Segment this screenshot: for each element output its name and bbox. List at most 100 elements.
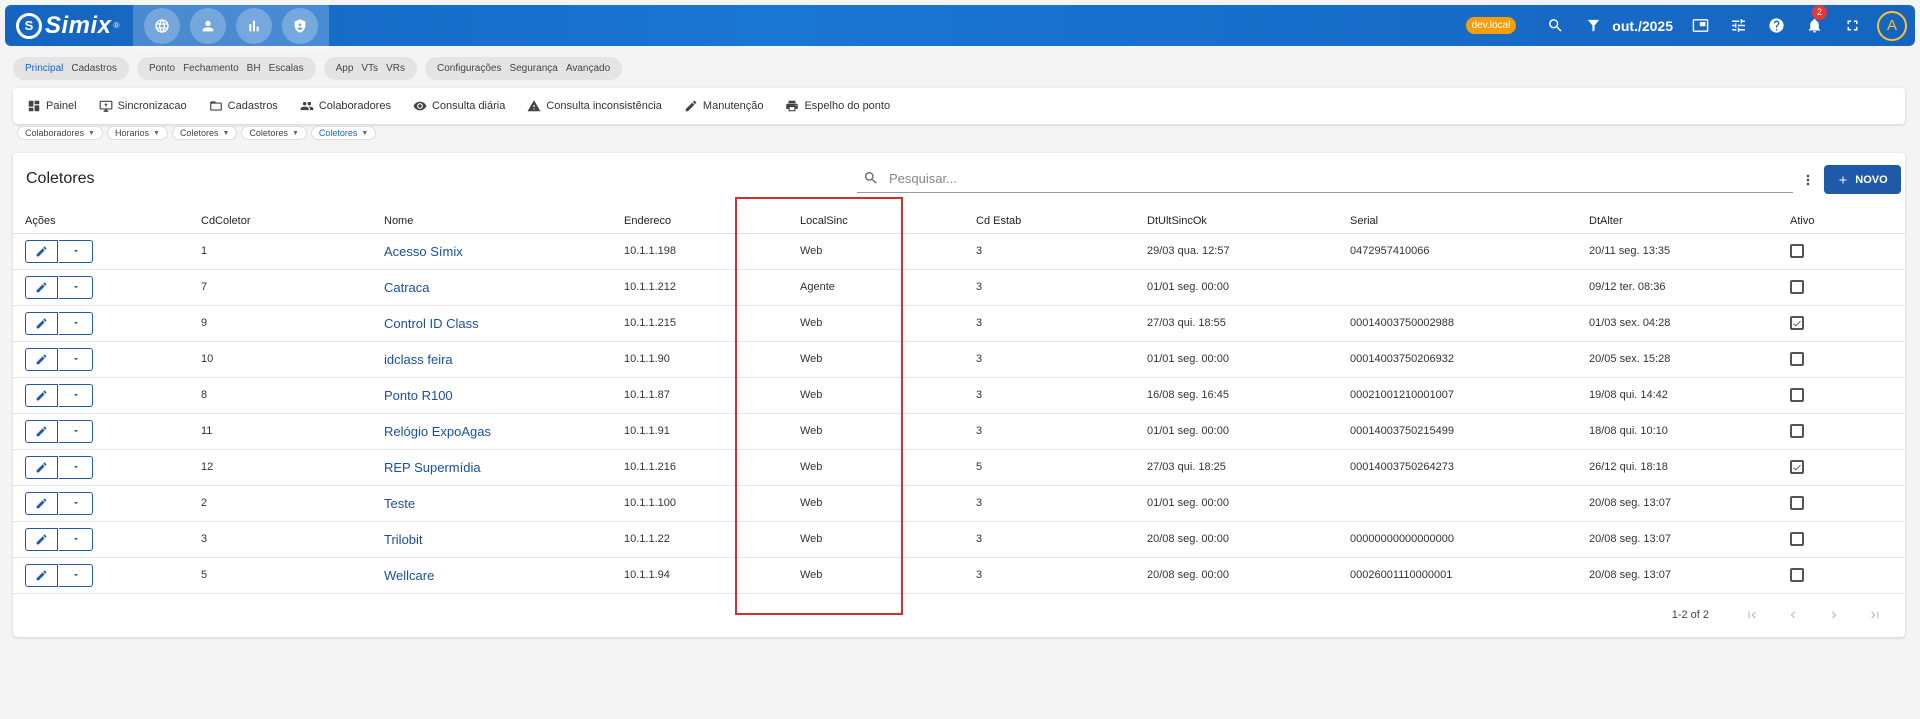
nav-cadastros[interactable]: Cadastros [209,99,278,113]
new-button[interactable]: NOVO [1824,165,1901,194]
shield-icon[interactable] [282,8,318,44]
ativo-checkbox[interactable] [1790,424,1804,438]
chip-escalas[interactable]: Escalas [269,63,304,74]
chip-configuracoes[interactable]: Configurações [437,63,501,74]
edit-icon[interactable] [25,491,58,515]
chevron-down-icon[interactable] [59,239,93,263]
ativo-checkbox[interactable] [1790,316,1804,330]
first-page-icon[interactable] [1731,603,1772,627]
chevron-down-icon[interactable] [59,383,93,407]
cell-nome[interactable]: Wellcare [384,557,624,594]
chevron-down-icon[interactable] [59,491,93,515]
edit-icon[interactable] [25,527,58,551]
chip-fechamento[interactable]: Fechamento [183,63,239,74]
chevron-down-icon[interactable] [59,275,93,299]
chevron-down-icon[interactable] [59,527,93,551]
nav-consulta-diaria[interactable]: Consulta diária [413,99,505,113]
nav-painel[interactable]: Painel [27,99,77,113]
col-header-localsinc[interactable]: LocalSinc [800,209,976,234]
edit-icon[interactable] [25,383,58,407]
col-header-dtalter[interactable]: DtAlter [1589,209,1790,234]
chevron-down-icon[interactable] [59,311,93,335]
chevron-down-icon[interactable] [59,563,93,587]
table-row[interactable]: 12 REP Supermídia 10.1.1.216 Web 5 27/03 qui.… [13,449,1905,486]
ativo-checkbox[interactable] [1790,388,1804,402]
filter-icon[interactable] [1574,7,1612,45]
table-row[interactable]: 2 Teste 10.1.1.100 Web 3 01/01 seg. 00:00 20/0… [13,485,1905,522]
last-page-icon[interactable] [1854,603,1895,627]
ativo-checkbox[interactable] [1790,280,1804,294]
col-header-serial[interactable]: Serial [1350,209,1589,234]
bell-icon[interactable]: 2 [1795,4,1833,45]
logo[interactable]: S Simix ® [16,5,119,46]
chip-app[interactable]: App [336,63,354,74]
ativo-checkbox[interactable] [1790,460,1804,474]
chip-vrs[interactable]: VRs [386,63,405,74]
next-page-icon[interactable] [1813,603,1854,627]
chevron-down-icon[interactable] [59,455,93,479]
table-row[interactable]: 3 Trilobit 10.1.1.22 Web 3 20/08 seg. 00:00 00… [13,521,1905,558]
person-icon[interactable] [190,8,226,44]
col-header-cdestab[interactable]: Cd Estab [976,209,1147,234]
cell-nome[interactable]: Control ID Class [384,305,624,342]
table-row[interactable]: 8 Ponto R100 10.1.1.87 Web 3 16/08 seg. 16:45… [13,377,1905,414]
table-row[interactable]: 5 Wellcare 10.1.1.94 Web 3 20/08 seg. 00:00 00… [13,557,1905,594]
edit-icon[interactable] [25,347,58,371]
edit-icon[interactable] [25,239,58,263]
table-row[interactable]: 9 Control ID Class 10.1.1.215 Web 3 27/03 qui… [13,305,1905,342]
edit-icon[interactable] [25,563,58,587]
chip-avancado[interactable]: Avançado [566,63,610,74]
edit-icon[interactable] [25,311,58,335]
chip-seguranca[interactable]: Segurança [509,63,557,74]
col-header-endereco[interactable]: Endereco [624,209,800,234]
breadcrumb-item-current[interactable]: Coletores ▼ [310,126,377,140]
table-row[interactable]: 7 Catraca 10.1.1.212 Agente 3 01/01 seg. 00:0… [13,269,1905,306]
user-avatar[interactable]: A [1877,10,1907,41]
cell-nome[interactable]: REP Supermídia [384,449,624,486]
edit-icon[interactable] [25,275,58,299]
search-input[interactable] [889,170,1769,186]
bar-chart-icon[interactable] [236,8,272,44]
ativo-checkbox[interactable] [1790,496,1804,510]
cell-nome[interactable]: Teste [384,485,624,522]
edit-icon[interactable] [25,455,58,479]
help-icon[interactable] [1757,7,1795,45]
breadcrumb-item[interactable]: Horarios ▼ [106,126,168,140]
chip-cadastros[interactable]: Cadastros [71,63,117,74]
table-row[interactable]: 1 Acesso Símix 10.1.1.198 Web 3 29/03 qua. 12… [13,233,1905,270]
col-header-ativo[interactable]: Ativo [1790,209,1905,234]
breadcrumb-item[interactable]: Coletores ▼ [171,126,238,140]
col-header-cdcoletor[interactable]: CdColetor [201,209,384,234]
cell-nome[interactable]: Ponto R100 [384,377,624,414]
nav-consulta-inconsistencia[interactable]: Consulta inconsistência [527,99,662,113]
cell-nome[interactable]: Catraca [384,269,624,306]
cell-nome[interactable]: Trilobit [384,521,624,558]
fullscreen-icon[interactable] [1833,7,1871,45]
cell-nome[interactable]: Relógio ExpoAgas [384,413,624,450]
ativo-checkbox[interactable] [1790,244,1804,258]
col-header-dtultsincok[interactable]: DtUltSincOk [1147,209,1350,234]
nav-colaboradores[interactable]: Colaboradores [300,99,391,113]
nav-manutencao[interactable]: Manutenção [684,99,763,113]
table-row[interactable]: 10 idclass feira 10.1.1.90 Web 3 01/01 seg. 0… [13,341,1905,378]
tune-icon[interactable] [1719,7,1757,45]
cell-nome[interactable]: Acesso Símix [384,233,624,270]
ativo-checkbox[interactable] [1790,532,1804,546]
search-icon[interactable] [1536,7,1574,45]
chip-vts[interactable]: VTs [361,63,378,74]
chip-principal[interactable]: Principal [25,63,63,74]
nav-espelho-ponto[interactable]: Espelho do ponto [785,99,890,113]
globe-icon[interactable] [144,8,180,44]
more-vert-icon[interactable] [1796,168,1820,192]
picture-in-picture-icon[interactable] [1681,7,1719,45]
cell-nome[interactable]: idclass feira [384,341,624,378]
chip-bh[interactable]: BH [247,63,261,74]
col-header-nome[interactable]: Nome [384,209,624,234]
breadcrumb-item[interactable]: Colaboradores ▼ [17,126,103,140]
breadcrumb-item[interactable]: Coletores ▼ [241,126,307,140]
chevron-down-icon[interactable] [59,347,93,371]
chevron-down-icon[interactable] [59,419,93,443]
nav-sincronizacao[interactable]: Sincronizacao [99,99,187,113]
edit-icon[interactable] [25,419,58,443]
prev-page-icon[interactable] [1772,603,1813,627]
